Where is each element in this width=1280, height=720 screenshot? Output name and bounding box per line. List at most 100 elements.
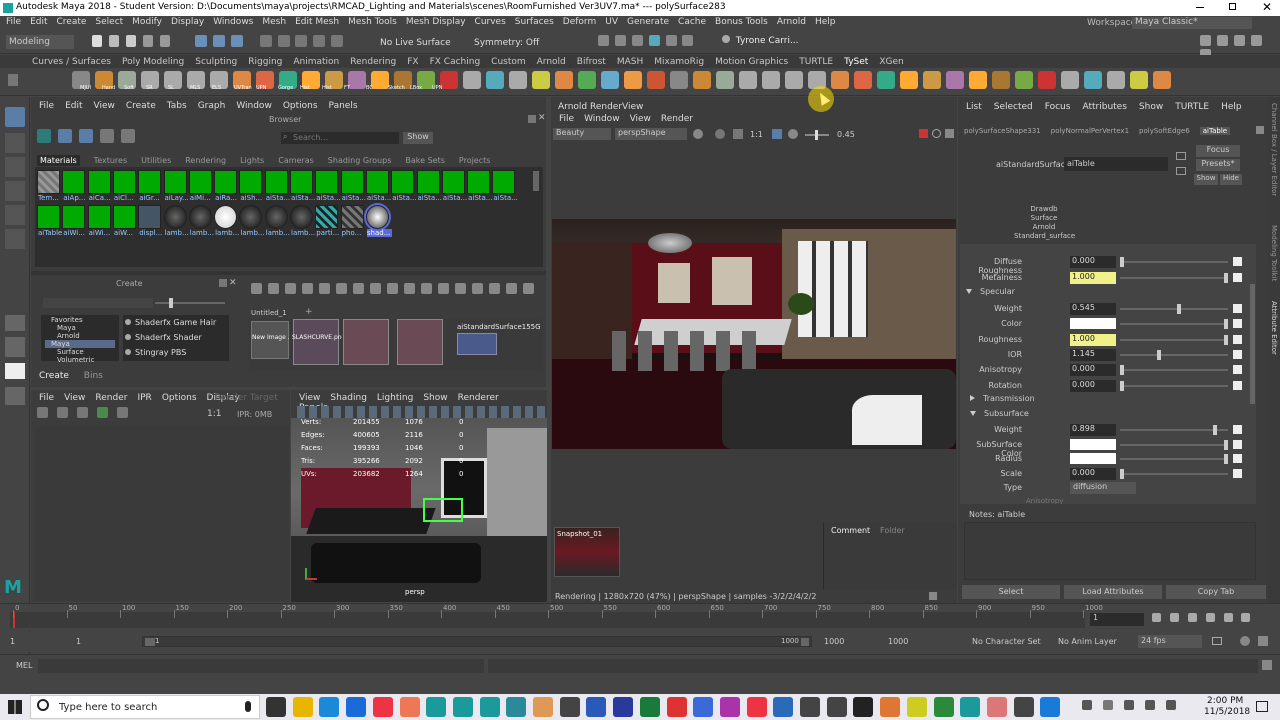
taskbar-app-icon[interactable] bbox=[426, 697, 447, 717]
hypershade-menu-item[interactable]: Options bbox=[283, 101, 318, 111]
browser-tab[interactable]: Utilities bbox=[141, 156, 171, 165]
fps-select[interactable]: 24 fps bbox=[1138, 635, 1202, 648]
arv-fit-icon[interactable] bbox=[733, 129, 743, 139]
arv-menu-item[interactable]: View bbox=[630, 114, 651, 124]
close-icon[interactable]: ✕ bbox=[1262, 0, 1272, 14]
viewport-menu-item[interactable]: Renderer bbox=[458, 393, 499, 403]
material-swatch[interactable]: aiAp... bbox=[62, 170, 85, 202]
graph-tool-icon[interactable] bbox=[472, 283, 483, 294]
material-swatch[interactable]: aiLay... bbox=[163, 170, 189, 202]
attribute-color-swatch[interactable] bbox=[1070, 453, 1116, 464]
ae-tab[interactable]: polySurfaceShape331 bbox=[964, 127, 1041, 135]
ae-menu-item[interactable]: TURTLE bbox=[1175, 102, 1209, 112]
menu-item[interactable]: File bbox=[6, 17, 21, 27]
shelf-tab[interactable]: TURTLE bbox=[799, 57, 833, 67]
taskbar-app-icon[interactable] bbox=[479, 697, 500, 717]
menu-item[interactable]: Help bbox=[815, 17, 836, 27]
comment-tab[interactable]: Comment bbox=[831, 526, 870, 535]
attribute-map-button[interactable] bbox=[1233, 334, 1242, 344]
taskbar-app-icon[interactable] bbox=[986, 697, 1007, 717]
render-view-menu-item[interactable]: View bbox=[64, 393, 85, 403]
taskbar-app-icon[interactable] bbox=[452, 697, 473, 717]
taskbar-app-icon[interactable] bbox=[586, 697, 607, 717]
attribute-slider[interactable] bbox=[1120, 257, 1228, 267]
attribute-map-button[interactable] bbox=[1233, 349, 1242, 359]
graph-tool-icon[interactable] bbox=[421, 283, 432, 294]
shelf-tool-icon[interactable] bbox=[1084, 71, 1102, 89]
shelf-tool-icon[interactable] bbox=[601, 71, 619, 89]
create-icon-slider[interactable] bbox=[155, 298, 225, 308]
select-tool-icon[interactable] bbox=[5, 107, 25, 127]
rv-region-icon[interactable] bbox=[96, 407, 108, 418]
shelf-tab[interactable]: Motion Graphics bbox=[715, 57, 788, 67]
create-close-icon[interactable]: ✕ bbox=[229, 278, 237, 288]
taskbar-app-icon[interactable] bbox=[372, 697, 393, 717]
step-forward-icon[interactable] bbox=[1223, 613, 1233, 622]
material-swatch[interactable]: shad... bbox=[363, 203, 392, 237]
ae-menu-item[interactable]: Selected bbox=[994, 102, 1033, 112]
graph-tab[interactable]: Untitled_1 bbox=[251, 309, 301, 319]
snap-plane-icon[interactable] bbox=[313, 35, 326, 47]
render-view-canvas[interactable] bbox=[35, 426, 289, 600]
material-swatch[interactable]: aiRa... bbox=[214, 170, 238, 202]
menu-item[interactable]: Mesh bbox=[262, 17, 286, 27]
go-to-end-icon[interactable] bbox=[1241, 613, 1251, 622]
snap-grid-icon[interactable] bbox=[259, 35, 272, 47]
save-scene-icon[interactable] bbox=[125, 35, 136, 47]
create-tree-item[interactable]: Surface bbox=[45, 348, 115, 356]
browser-grid-icon[interactable] bbox=[57, 129, 72, 143]
shelf-tool-icon[interactable] bbox=[555, 71, 573, 89]
attribute-map-button[interactable] bbox=[1233, 468, 1242, 478]
side-tab-channel-box[interactable]: Channel Box / Layer Editor bbox=[1270, 103, 1278, 219]
attribute-map-button[interactable] bbox=[1233, 439, 1242, 449]
shelf-tab[interactable]: TySet bbox=[844, 57, 868, 67]
current-frame-field[interactable]: 1 bbox=[1090, 613, 1144, 626]
open-scene-icon[interactable] bbox=[108, 35, 119, 47]
taskbar-app-icon[interactable] bbox=[666, 697, 687, 717]
hypershade-menu-item[interactable]: File bbox=[39, 101, 54, 111]
menu-item[interactable]: Mesh Tools bbox=[348, 17, 397, 27]
render-view-menu-item[interactable]: File bbox=[39, 393, 54, 403]
hypershade-menu-item[interactable]: Create bbox=[126, 101, 156, 111]
attribute-slider-knob[interactable] bbox=[1224, 454, 1228, 464]
material-swatch[interactable]: aiWi... bbox=[62, 205, 86, 237]
material-swatch[interactable]: parti... bbox=[315, 205, 339, 237]
shelf-tool-icon[interactable] bbox=[1153, 71, 1171, 89]
attribute-editor-toggle-icon[interactable] bbox=[1216, 35, 1228, 46]
symmetry-setting[interactable]: Symmetry: Off bbox=[474, 38, 539, 48]
taskbar-app-icon[interactable] bbox=[613, 697, 634, 717]
taskbar-app-icon[interactable] bbox=[292, 697, 313, 717]
browser-tab[interactable]: Materials bbox=[37, 155, 80, 166]
live-surface[interactable]: No Live Surface bbox=[380, 38, 451, 48]
range-start-field[interactable]: 1 bbox=[10, 637, 60, 646]
microphone-icon[interactable] bbox=[245, 701, 251, 712]
arv-crop-icon[interactable] bbox=[945, 129, 954, 138]
viewport-menu-item[interactable]: Lighting bbox=[377, 393, 413, 403]
rv-ipr-icon[interactable] bbox=[56, 407, 68, 418]
attribute-slider-knob[interactable] bbox=[1176, 304, 1181, 314]
mode-select[interactable]: Modeling bbox=[6, 35, 74, 49]
material-swatch[interactable]: lamb... bbox=[239, 205, 265, 237]
character-set-select[interactable]: No Character Set bbox=[972, 637, 1052, 646]
clock-time[interactable]: 2:00 PM bbox=[1207, 696, 1243, 706]
select-hierarchy-icon[interactable] bbox=[195, 35, 207, 47]
channel-box-icon[interactable] bbox=[1250, 35, 1262, 46]
range-end-field[interactable]: 1000 bbox=[824, 637, 874, 646]
material-swatch[interactable]: aiCa... bbox=[87, 170, 111, 202]
attribute-slider-knob[interactable] bbox=[1157, 349, 1162, 360]
taskbar-app-icon[interactable] bbox=[639, 697, 660, 717]
attribute-slider[interactable] bbox=[1120, 349, 1228, 360]
section-transmission[interactable]: Transmission bbox=[970, 394, 1260, 406]
viewport-canvas[interactable]: Verts: 201455 1076 0 Edges: 400605 2116 0 Faces:… bbox=[291, 418, 547, 602]
shelf-tool-icon[interactable] bbox=[509, 71, 527, 89]
move-tool-icon[interactable] bbox=[5, 181, 25, 201]
attribute-value-field[interactable]: 1.000 bbox=[1070, 272, 1116, 284]
attribute-map-button[interactable] bbox=[1233, 380, 1242, 390]
shelf-tool-icon[interactable] bbox=[1107, 71, 1125, 89]
taskbar-search[interactable]: Type here to search bbox=[30, 695, 260, 719]
create-slider-knob[interactable] bbox=[169, 298, 173, 308]
material-swatch[interactable]: lamb... bbox=[163, 205, 189, 237]
attribute-slider[interactable] bbox=[1120, 468, 1228, 479]
go-to-start-icon[interactable] bbox=[1152, 613, 1161, 622]
modeling-toolkit-icon[interactable] bbox=[1200, 35, 1211, 46]
